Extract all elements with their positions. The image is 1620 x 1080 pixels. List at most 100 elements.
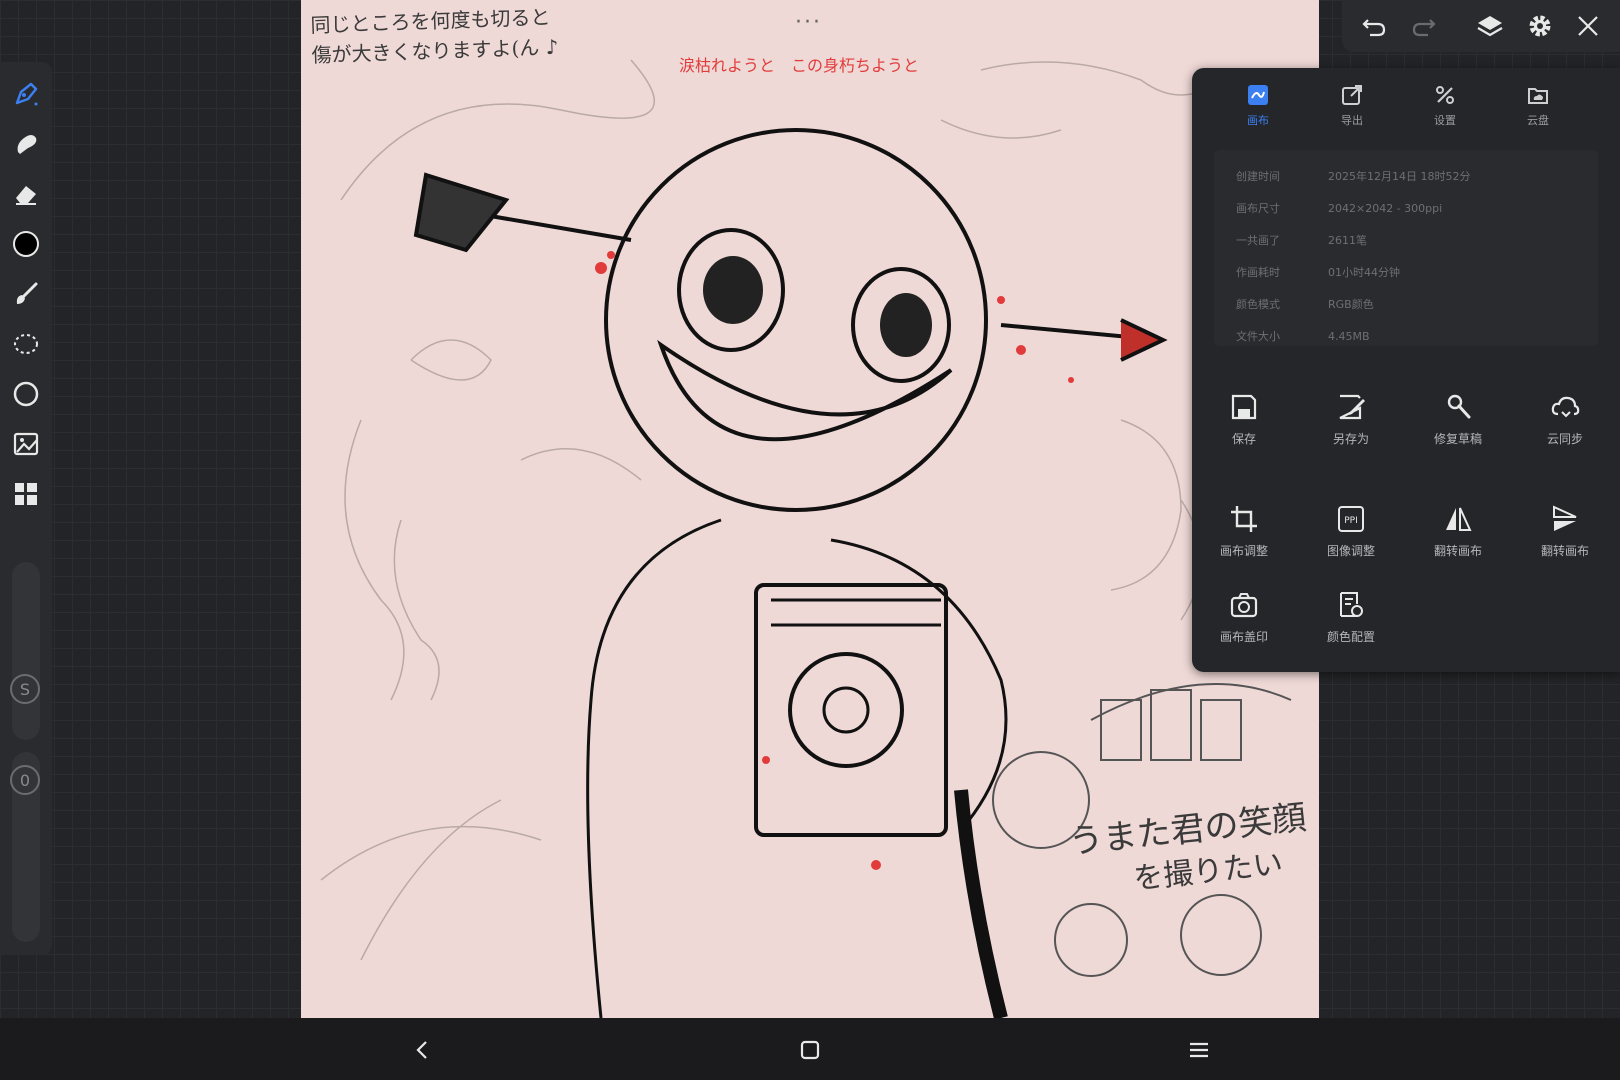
paint-brush-icon xyxy=(16,282,38,304)
tab-settings[interactable]: 设置 xyxy=(1405,80,1485,138)
faint-sketch-line xyxy=(940,119,1062,139)
smudge-icon xyxy=(17,135,37,154)
flip-canvas-vertical-button[interactable]: 翻转画布 xyxy=(1517,500,1613,559)
eraser-tool-button[interactable] xyxy=(8,176,44,212)
info-value: RGB颜色 xyxy=(1328,298,1374,311)
layers-icon xyxy=(1477,16,1503,37)
tab-cloud-drive[interactable]: 云盘 xyxy=(1498,80,1578,138)
eraser-icon xyxy=(16,186,36,205)
faint-sketch-line xyxy=(520,448,642,481)
close-icon xyxy=(1578,16,1598,36)
info-key: 画布尺寸 xyxy=(1236,202,1280,215)
faint-sketch-line xyxy=(410,339,492,381)
action-label: 翻转画布 xyxy=(1433,544,1482,558)
current-color-swatch-icon xyxy=(13,231,39,257)
save-button[interactable]: 保存 xyxy=(1196,388,1292,447)
undo-icon xyxy=(1362,19,1386,37)
color-profile-button[interactable]: 颜色配置 xyxy=(1303,586,1399,645)
nav-back-button[interactable] xyxy=(404,1032,440,1068)
camera-strap xyxy=(954,789,1008,1018)
more-options-button[interactable]: ··· xyxy=(795,10,822,35)
info-value: 4.45MB xyxy=(1328,330,1370,343)
info-row: 颜色模式 RGB颜色 xyxy=(1236,296,1374,316)
action-label: 图像调整 xyxy=(1326,544,1375,558)
camera-drawing xyxy=(754,583,948,837)
crop-icon xyxy=(1231,506,1257,532)
pen-icon xyxy=(15,82,38,106)
tab-canvas[interactable]: 画布 xyxy=(1218,80,1298,138)
grid-icon xyxy=(15,483,37,505)
camera-icon xyxy=(1230,593,1258,618)
color-profile-icon xyxy=(1340,592,1363,617)
color-picker-button[interactable] xyxy=(8,226,44,262)
faint-sketch-line xyxy=(980,61,1222,96)
svg-text:PPI: PPI xyxy=(1344,516,1358,526)
image-icon xyxy=(13,432,39,456)
canvas-adjust-button[interactable]: 画布调整 xyxy=(1196,500,1292,559)
left-toolbar: S 0 xyxy=(0,62,52,955)
settings-button[interactable] xyxy=(1522,8,1558,44)
info-row: 创建时间 2025年12月14日 18时52分 xyxy=(1236,168,1470,188)
lasso-tool-button[interactable] xyxy=(8,326,44,362)
tab-label: 导出 xyxy=(1341,114,1363,127)
redo-button[interactable] xyxy=(1406,8,1442,44)
image-import-button[interactable] xyxy=(8,426,44,462)
action-label: 颜色配置 xyxy=(1326,630,1375,644)
tab-export[interactable]: 导出 xyxy=(1312,80,1392,138)
brush-tool-button[interactable] xyxy=(8,76,44,112)
info-key: 作画耗时 xyxy=(1236,266,1280,279)
info-key: 一共画了 xyxy=(1236,234,1280,247)
panel-tabs: 画布 导出 设置 云盘 xyxy=(1192,80,1620,138)
flip-vertical-icon xyxy=(1553,505,1577,531)
brush-size-slider[interactable] xyxy=(12,562,40,740)
circle-shape-icon xyxy=(13,381,39,407)
close-button[interactable] xyxy=(1570,8,1606,44)
save-as-button[interactable]: 另存为 xyxy=(1303,388,1399,447)
info-value: 2611笔 xyxy=(1328,234,1367,247)
gallery-grid-button[interactable] xyxy=(8,476,44,512)
layers-button[interactable] xyxy=(1472,8,1508,44)
info-value: 2025年12月14日 18时52分 xyxy=(1328,170,1471,183)
export-icon xyxy=(1342,85,1362,105)
brush-settings-button[interactable] xyxy=(8,276,44,312)
drawing-canvas[interactable]: 同じところを何度も切ると 傷が大きくなりますよ(ん ♪ 涙枯れようと この身朽ち… xyxy=(301,0,1319,1018)
repair-icon xyxy=(1447,394,1471,419)
tab-label: 画布 xyxy=(1247,114,1269,127)
canvas-stamp-button[interactable]: 画布盖印 xyxy=(1196,586,1292,645)
smudge-tool-button[interactable] xyxy=(8,126,44,162)
redo-icon xyxy=(1412,19,1436,37)
flip-canvas-horizontal-button[interactable]: 翻转画布 xyxy=(1410,500,1506,559)
nav-home-button[interactable] xyxy=(792,1032,828,1068)
left-pupil xyxy=(703,256,763,324)
info-key: 文件大小 xyxy=(1236,330,1280,343)
info-key: 创建时间 xyxy=(1236,170,1280,183)
action-label: 画布调整 xyxy=(1219,544,1268,558)
info-row: 一共画了 2611笔 xyxy=(1236,232,1367,252)
undo-button[interactable] xyxy=(1356,8,1392,44)
action-label: 云同步 xyxy=(1546,432,1583,446)
right-pupil xyxy=(880,293,932,357)
cloud-sync-button[interactable]: 云同步 xyxy=(1517,388,1613,447)
action-label: 保存 xyxy=(1231,432,1256,446)
action-label: 另存为 xyxy=(1332,432,1369,446)
tab-label: 云盘 xyxy=(1527,114,1549,127)
faint-sketch-line xyxy=(1110,419,1182,591)
nav-menu-button[interactable] xyxy=(1181,1032,1217,1068)
action-label: 翻转画布 xyxy=(1540,544,1589,558)
gear-icon xyxy=(1529,15,1551,37)
repair-draft-button[interactable]: 修复草稿 xyxy=(1410,388,1506,447)
image-adjust-button[interactable]: PPI 图像调整 xyxy=(1303,500,1399,559)
red-blood-accents xyxy=(595,251,1074,870)
cloud-sync-icon xyxy=(1551,396,1580,418)
canvas-lyric-text: 涙枯れようと この身朽ちようと xyxy=(679,56,920,75)
settings-tools-icon xyxy=(1436,86,1454,104)
brush-size-badge: S xyxy=(10,674,40,704)
info-row: 作画耗时 01小时44分钟 xyxy=(1236,264,1400,284)
tab-label: 设置 xyxy=(1434,114,1456,127)
save-as-icon xyxy=(1339,394,1365,420)
shape-tool-button[interactable] xyxy=(8,376,44,412)
arrow-left xyxy=(413,172,632,253)
ppi-icon: PPI xyxy=(1338,506,1364,532)
brush-opacity-badge: 0 xyxy=(10,765,40,795)
body-outline xyxy=(586,518,722,1018)
